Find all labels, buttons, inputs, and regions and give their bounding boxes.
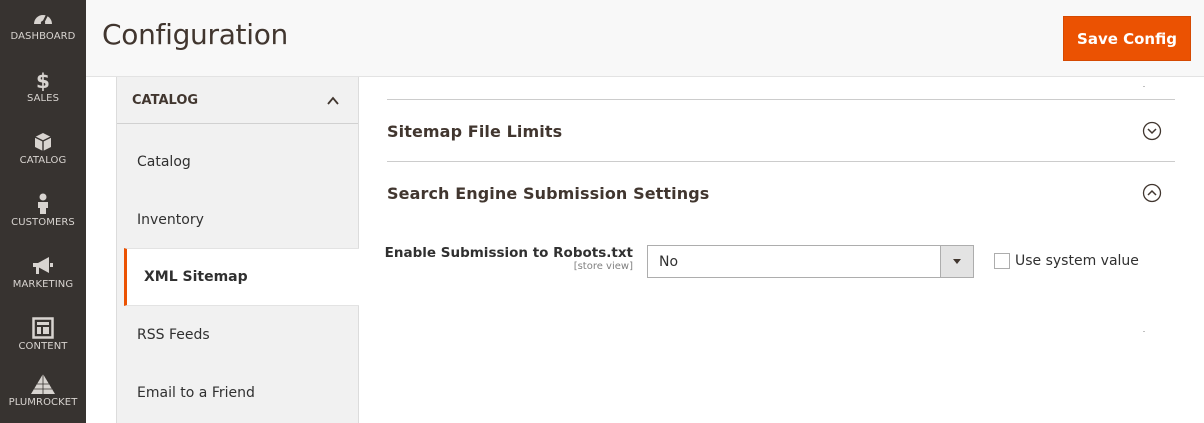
config-content: Sitemap File Limits Search Engine Submis… (385, 77, 1175, 423)
nav-label: CUSTOMERS (11, 217, 75, 228)
layout-icon (30, 316, 56, 340)
dollar-icon: $ (30, 68, 56, 92)
tab-group-catalog[interactable]: CATALOG (117, 77, 358, 124)
nav-item-catalog[interactable]: CATALOG (0, 126, 86, 186)
nav-label: DASHBOARD (10, 31, 76, 42)
divider (387, 161, 1175, 162)
admin-nav: DASHBOARD $ SALES CATALOG CUSTOMERS MARK… (0, 0, 86, 423)
expand-circle-icon[interactable] (1142, 121, 1162, 141)
caret-down-icon (953, 259, 961, 264)
field-label-text: Enable Submission to Robots.txt (384, 245, 633, 261)
nav-item-sales[interactable]: $ SALES (0, 64, 86, 124)
nav-item-marketing[interactable]: MARKETING (0, 250, 86, 310)
section-search-engine-submission[interactable]: Search Engine Submission Settings (387, 163, 1175, 223)
nav-label: SALES (26, 93, 60, 104)
tab-item-xml-sitemap[interactable]: XML Sitemap (124, 248, 359, 306)
page-header: Configuration Save Config (86, 0, 1204, 77)
use-system-value-toggle[interactable]: Use system value (994, 253, 1139, 269)
scroll-indicator (1143, 86, 1145, 87)
field-scope-label: [store view] (573, 261, 633, 272)
tab-item-email-to-a-friend[interactable]: Email to a Friend (117, 364, 358, 422)
nav-item-plumrocket[interactable]: PLUMROCKET (0, 368, 86, 423)
megaphone-icon (30, 254, 56, 278)
page-title: Configuration (102, 18, 288, 51)
dashboard-icon (30, 6, 56, 30)
cube-icon (30, 130, 56, 154)
tab-item-inventory[interactable]: Inventory (117, 191, 358, 249)
field-label-robots: Enable Submission to Robots.txt [store v… (385, 245, 633, 272)
select-value: No (659, 253, 679, 270)
nav-item-content[interactable]: CONTENT (0, 312, 86, 372)
nav-label: PLUMROCKET (8, 397, 78, 408)
robots-submission-select[interactable]: No (647, 245, 974, 278)
tab-item-rss-feeds[interactable]: RSS Feeds (117, 306, 358, 364)
person-icon (30, 192, 56, 216)
nav-item-dashboard[interactable]: DASHBOARD (0, 2, 86, 62)
svg-text:$: $ (36, 69, 50, 91)
nav-label: CATALOG (19, 155, 67, 166)
section-title: Sitemap File Limits (387, 121, 563, 141)
nav-label: MARKETING (12, 279, 74, 290)
section-title: Search Engine Submission Settings (387, 183, 710, 203)
select-arrow-button[interactable] (940, 246, 973, 277)
config-tabs-sidebar: CATALOG Catalog Inventory XML Sitemap RS… (116, 77, 359, 423)
nav-label: CONTENT (18, 341, 68, 352)
nav-item-customers[interactable]: CUSTOMERS (0, 188, 86, 248)
scroll-indicator (1143, 331, 1145, 332)
divider (387, 99, 1175, 100)
save-config-button[interactable]: Save Config (1063, 16, 1191, 61)
pyramid-icon (30, 372, 56, 396)
use-system-value-label: Use system value (1015, 253, 1139, 269)
chevron-up-icon (326, 93, 340, 107)
collapse-circle-icon[interactable] (1142, 183, 1162, 203)
use-system-value-checkbox[interactable] (994, 253, 1010, 269)
tab-group-label: CATALOG (132, 92, 199, 108)
section-sitemap-file-limits[interactable]: Sitemap File Limits (387, 101, 1175, 161)
tab-item-catalog[interactable]: Catalog (117, 133, 358, 191)
